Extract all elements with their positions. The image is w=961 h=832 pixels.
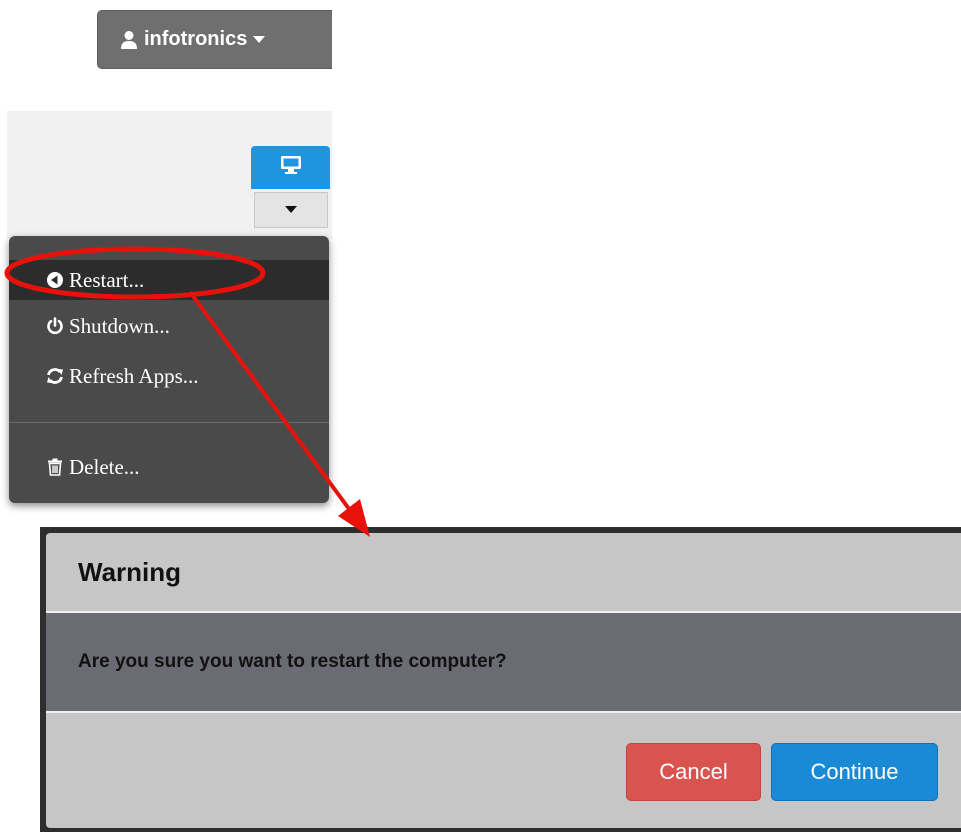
dialog-message: Are you sure you want to restart the com…	[46, 611, 961, 713]
menu-item-refresh-apps[interactable]: Refresh Apps...	[9, 356, 329, 396]
user-icon	[120, 30, 138, 50]
continue-button[interactable]: Continue	[771, 743, 938, 801]
device-actions-toggle[interactable]	[254, 192, 328, 228]
menu-item-delete[interactable]: Delete...	[9, 447, 329, 487]
trash-icon	[45, 457, 65, 477]
dialog-content: Warning Are you sure you want to restart…	[46, 533, 961, 828]
power-icon	[45, 316, 65, 336]
menu-item-label: Delete...	[69, 454, 140, 479]
caret-down-icon	[285, 201, 297, 219]
menu-item-shutdown[interactable]: Shutdown...	[9, 306, 329, 346]
chevron-down-icon	[253, 35, 266, 44]
monitor-icon	[280, 155, 302, 180]
warning-dialog: Warning Are you sure you want to restart…	[40, 527, 961, 832]
menu-item-label: Restart...	[69, 267, 145, 292]
refresh-icon	[45, 366, 65, 386]
restart-icon	[45, 270, 65, 290]
cancel-button[interactable]: Cancel	[626, 743, 761, 801]
username-label: infotronics	[144, 28, 248, 50]
menu-item-label: Shutdown...	[69, 313, 170, 338]
device-actions-menu: Restart... Shutdown... Refresh Apps... D…	[9, 236, 329, 503]
remote-desktop-button[interactable]	[251, 146, 330, 189]
menu-divider	[9, 422, 329, 423]
menu-item-restart[interactable]: Restart...	[9, 260, 329, 300]
user-menu-button[interactable]: infotronics	[97, 10, 332, 69]
dialog-title: Warning	[78, 556, 182, 587]
menu-item-label: Refresh Apps...	[69, 363, 199, 388]
